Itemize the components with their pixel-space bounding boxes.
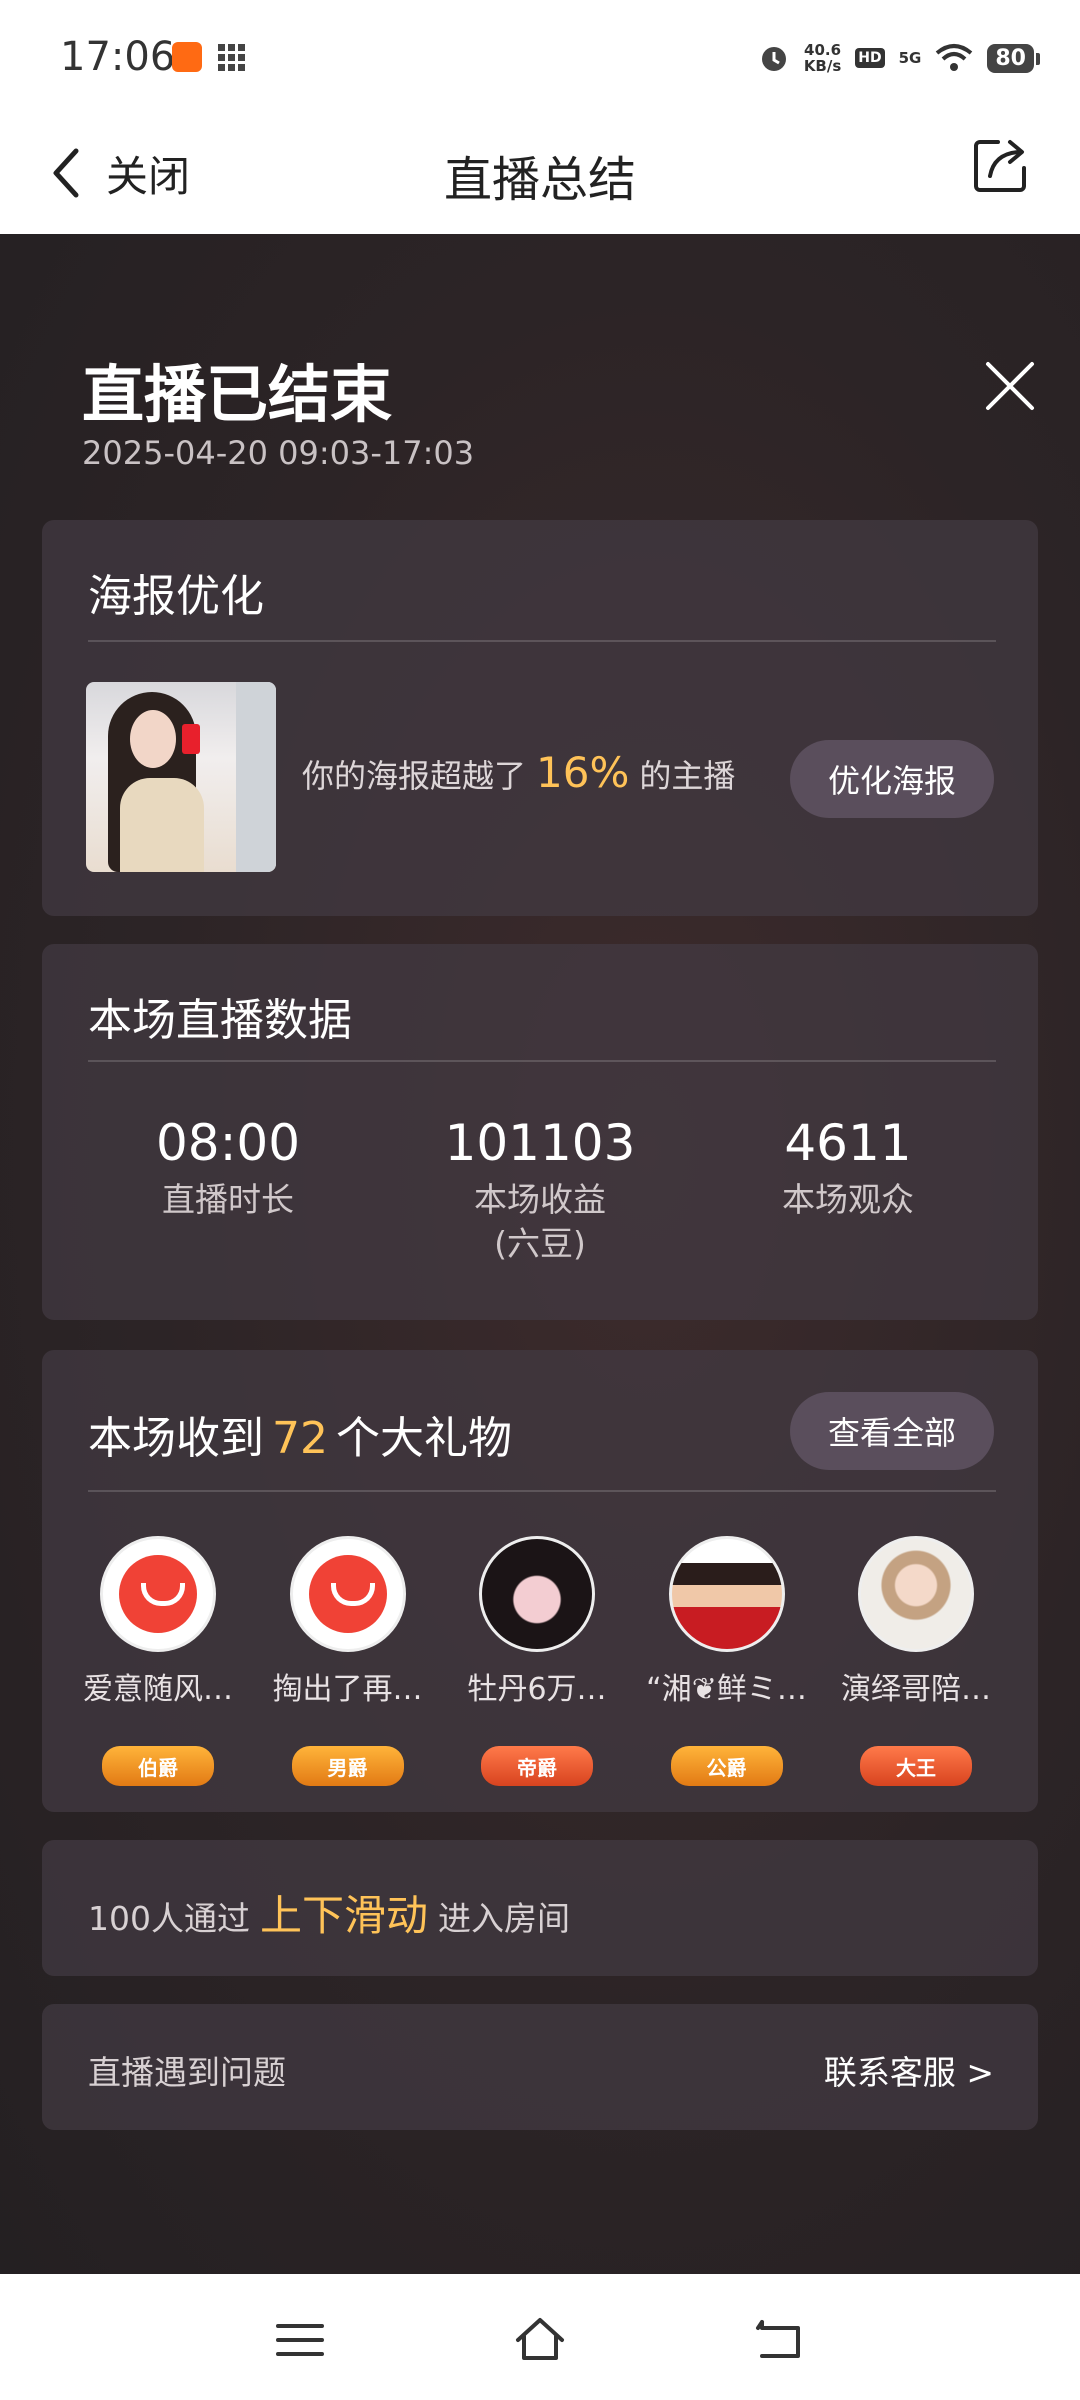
system-nav-bar: [0, 2274, 1080, 2400]
rank-badge: 帝爵: [481, 1746, 593, 1786]
poster-optimization-card: 海报优化 你的海报超越了 16% 的主播 优化海报: [42, 520, 1038, 916]
poster-image[interactable]: [86, 682, 276, 872]
page-title: 直播总结: [443, 152, 636, 208]
divider: [88, 1060, 996, 1062]
status-indicators: 40.6 KB/s HD 5G 80: [758, 36, 1040, 80]
rank-badge: 大王: [860, 1746, 972, 1786]
avatar: [479, 1536, 595, 1652]
hd-icon: HD: [855, 48, 885, 68]
help-card[interactable]: 直播遇到问题 联系客服 >: [42, 2004, 1038, 2130]
default-avatar-icon: [100, 1536, 216, 1652]
live-ended-title: 直播已结束: [82, 358, 393, 431]
gifter-item[interactable]: 牡丹6万… 帝爵: [451, 1536, 623, 1786]
slide-entry-text: 100人通过 上下滑动 进入房间: [88, 1882, 570, 1943]
stat-duration: 08:00 直播时长: [155, 1114, 301, 1219]
avatar: [668, 1536, 785, 1652]
avatar: [858, 1536, 974, 1652]
summary-content: 直播已结束 2025-04-20 09:03-17:03 海报优化 你的海报超越…: [0, 234, 1080, 2274]
alarm-icon: [761, 47, 786, 71]
rank-badge: 公爵: [670, 1746, 783, 1786]
close-icon[interactable]: [982, 358, 1038, 414]
stat-audience: 4611 本场观众: [782, 1114, 914, 1219]
divider: [88, 1490, 996, 1492]
status-bar: 17:06 40.6 KB/s HD 5G 80: [0, 0, 1080, 110]
menu-icon[interactable]: [274, 2314, 326, 2366]
slide-entry-card: 100人通过 上下滑动 进入房间: [42, 1840, 1038, 1976]
signal-5g-icon: 5G: [898, 49, 922, 67]
live-time-range: 2025-04-20 09:03-17:03: [82, 434, 475, 472]
poster-rank-text: 你的海报超越了 16% 的主播: [302, 748, 736, 797]
view-all-button[interactable]: 查看全部: [790, 1392, 994, 1470]
wifi-icon: [936, 44, 973, 71]
rank-badge: 男爵: [291, 1746, 404, 1786]
contact-support-link[interactable]: 联系客服 >: [824, 2046, 994, 2094]
battery-icon: 80: [987, 43, 1040, 73]
divider: [88, 640, 996, 642]
gift-count: 72: [272, 1413, 328, 1464]
gifts-title: 本场收到 72 个大礼物: [88, 1413, 512, 1464]
gifter-item[interactable]: 掏出了再… 男爵: [262, 1536, 434, 1786]
gifter-list: 爱意随风… 伯爵 掏出了再… 男爵 牡丹6万… 帝爵 “湘❦鲜ミ… 公爵 演绎哥…: [72, 1536, 1002, 1786]
rank-badge: 伯爵: [102, 1746, 214, 1786]
live-data-card: 本场直播数据 08:00 直播时长 101103 本场收益 (六豆) 4611 …: [42, 944, 1038, 1320]
app-notification-icon: [172, 42, 202, 72]
apps-grid-icon: [218, 44, 246, 72]
top-nav-bar: 关闭 直播总结: [0, 110, 1080, 234]
default-avatar-icon: [289, 1536, 406, 1652]
optimize-poster-button[interactable]: 优化海报: [790, 740, 994, 818]
poster-percent: 16%: [536, 748, 630, 797]
help-text: 直播遇到问题: [88, 2053, 286, 2092]
slide-highlight: 上下滑动: [260, 1891, 429, 1940]
gifter-item[interactable]: 演绎哥陪… 大王: [830, 1536, 1002, 1786]
stat-income: 101103 本场收益 (六豆): [444, 1114, 636, 1263]
share-icon[interactable]: [970, 134, 1032, 196]
live-data-title: 本场直播数据: [88, 995, 352, 1046]
gifter-item[interactable]: “湘❦鲜ミ… 公爵: [641, 1536, 813, 1786]
status-time: 17:06: [60, 34, 176, 80]
net-speed: 40.6 KB/s: [803, 41, 842, 75]
poster-card-title: 海报优化: [88, 571, 264, 622]
back-icon[interactable]: [754, 2314, 806, 2366]
gifter-item[interactable]: 爱意随风… 伯爵: [72, 1536, 244, 1786]
home-icon[interactable]: [514, 2314, 566, 2366]
big-gifts-card: 本场收到 72 个大礼物 查看全部 爱意随风… 伯爵 掏出了再… 男爵 牡丹6万…: [42, 1350, 1038, 1812]
